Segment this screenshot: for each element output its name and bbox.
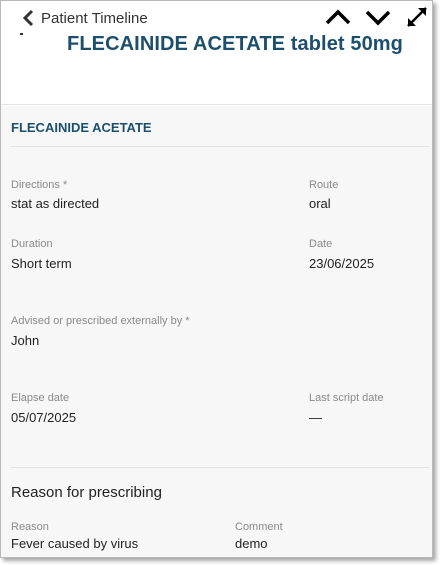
back-label: Patient Timeline	[41, 9, 148, 27]
section-divider	[11, 146, 429, 147]
chevron-left-icon	[21, 8, 37, 28]
last-script-date-label: Last script date	[309, 392, 384, 404]
directions-label: Directions *	[11, 179, 68, 191]
date-label: Date	[309, 238, 333, 250]
comment-value[interactable]: demo	[235, 536, 268, 551]
medication-detail-panel: Patient Timeline FLECAINIDE ACETATE tabl…	[0, 0, 433, 558]
expand-icon[interactable]	[405, 6, 429, 28]
directions-value[interactable]: stat as directed	[11, 196, 99, 211]
chevron-down-icon[interactable]	[365, 6, 391, 28]
reason-value[interactable]: Fever caused by virus	[11, 536, 138, 551]
section-title: FLECAINIDE ACETATE	[11, 120, 152, 135]
advised-by-value[interactable]: John	[11, 333, 39, 348]
date-value[interactable]: 23/06/2025	[309, 256, 374, 271]
chevron-up-icon[interactable]	[325, 6, 351, 28]
reason-label: Reason	[11, 521, 49, 533]
decorative-mark	[20, 33, 23, 35]
duration-label: Duration	[11, 238, 53, 250]
reason-divider	[11, 467, 429, 468]
last-script-date-value[interactable]: —	[309, 410, 322, 425]
page-title: FLECAINIDE ACETATE tablet 50mg	[67, 33, 403, 55]
elapse-date-label: Elapse date	[11, 392, 70, 404]
route-value[interactable]: oral	[309, 196, 331, 211]
panel-header: Patient Timeline FLECAINIDE ACETATE tabl…	[1, 1, 432, 105]
back-button[interactable]: Patient Timeline	[21, 7, 148, 29]
comment-label: Comment	[235, 521, 283, 533]
elapse-date-value[interactable]: 05/07/2025	[11, 410, 76, 425]
reason-section-title: Reason for prescribing	[11, 484, 162, 501]
duration-value[interactable]: Short term	[11, 256, 72, 271]
medication-details: FLECAINIDE ACETATE Directions * stat as …	[1, 106, 432, 557]
advised-by-label: Advised or prescribed externally by *	[11, 315, 190, 327]
route-label: Route	[309, 179, 339, 191]
